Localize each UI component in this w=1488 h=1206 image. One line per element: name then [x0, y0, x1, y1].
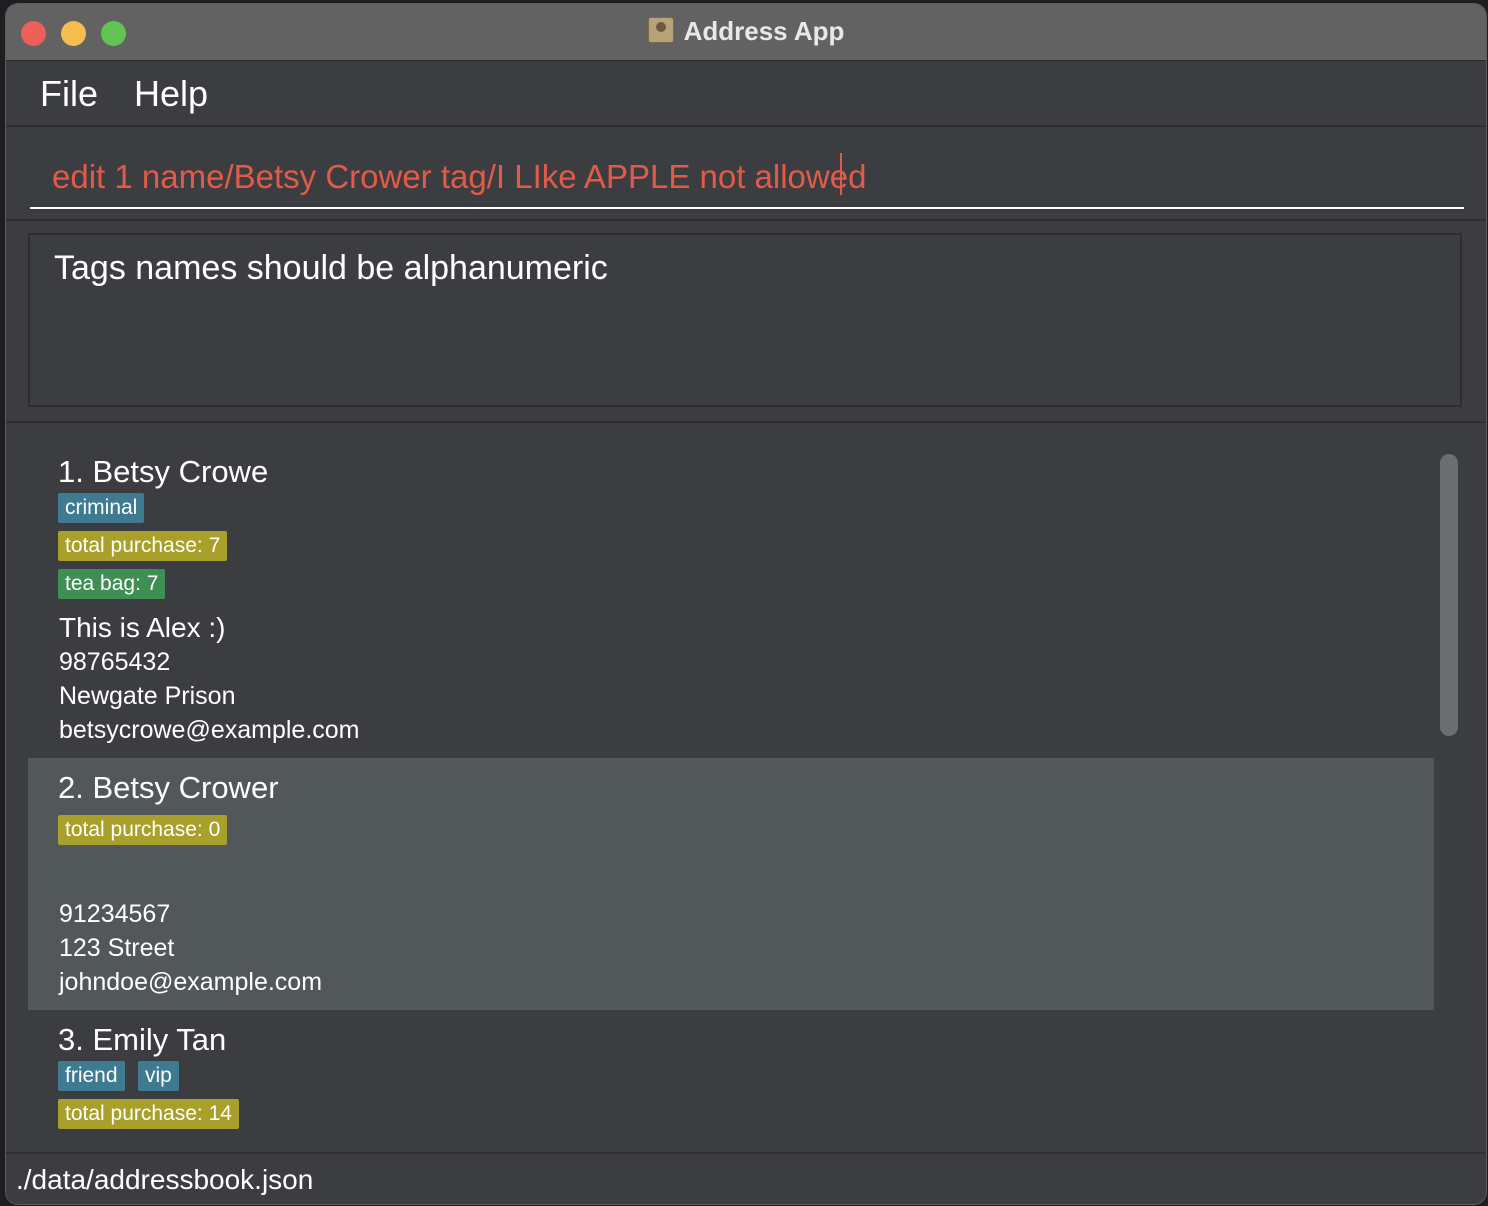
person-address: Newgate Prison: [59, 682, 236, 710]
person-email: johndoe@example.com: [59, 968, 323, 996]
address-book-icon: [647, 17, 674, 43]
purchase-label: total purchase: 7: [58, 531, 228, 561]
person-address: 123 Street: [59, 934, 175, 962]
person-card[interactable]: 1. Betsy Crowe criminal total purchase: …: [28, 442, 1434, 758]
person-phone: 91234567: [59, 900, 171, 928]
app-window: Address App File Help Tags names should …: [6, 4, 1486, 1204]
person-name: 3. Emily Tan: [58, 1022, 227, 1057]
tag-label: friend: [58, 1061, 125, 1091]
menu-help[interactable]: Help: [134, 73, 208, 115]
status-bar: ./data/addressbook.json: [6, 1152, 1486, 1204]
person-card-selected[interactable]: 2. Betsy Crower total purchase: 0 912345…: [28, 758, 1434, 1010]
person-phone: 98765432: [59, 648, 171, 676]
tag-label: vip: [138, 1061, 179, 1091]
list-scrollbar[interactable]: [1440, 454, 1458, 736]
person-name: 2. Betsy Crower: [58, 770, 279, 805]
result-display: Tags names should be alphanumeric: [28, 233, 1462, 407]
person-name: 1. Betsy Crowe: [58, 454, 269, 489]
menu-file[interactable]: File: [40, 73, 98, 115]
menu-bar: File Help: [6, 61, 1486, 127]
result-message: Tags names should be alphanumeric: [54, 249, 608, 287]
tag-label: criminal: [58, 493, 145, 523]
window-title-text: Address App: [683, 16, 845, 46]
purchase-label: total purchase: 14: [58, 1099, 239, 1129]
person-remark: This is Alex :): [59, 612, 226, 643]
person-card[interactable]: 3. Emily Tan friend vip total purchase: …: [28, 1010, 1434, 1132]
text-caret: [840, 153, 842, 195]
item-label: tea bag: 7: [58, 569, 166, 599]
command-box: [6, 127, 1486, 221]
save-location: ./data/addressbook.json: [16, 1164, 314, 1195]
command-input[interactable]: [30, 147, 1464, 209]
person-list-panel: 1. Betsy Crowe criminal total purchase: …: [6, 424, 1486, 1152]
purchase-label: total purchase: 0: [58, 815, 228, 845]
result-display-area: Tags names should be alphanumeric: [6, 221, 1486, 423]
person-list[interactable]: 1. Betsy Crowe criminal total purchase: …: [28, 442, 1434, 1132]
title-bar: Address App: [6, 4, 1486, 61]
person-email: betsycrowe@example.com: [59, 716, 360, 744]
window-title: Address App: [6, 16, 1486, 47]
